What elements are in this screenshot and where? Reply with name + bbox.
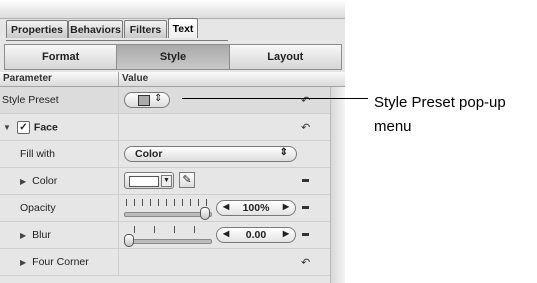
tab-underline xyxy=(6,40,228,41)
chevron-down-icon[interactable]: ▼ xyxy=(161,175,172,187)
column-divider xyxy=(118,195,119,221)
animation-menu-icon[interactable] xyxy=(302,206,309,209)
column-divider xyxy=(118,114,119,140)
blur-slider[interactable] xyxy=(124,226,212,247)
inspector-panel: Properties Behaviors Filters Text Format… xyxy=(0,0,345,283)
fill-with-value: Color xyxy=(135,148,163,160)
tab-text[interactable]: Text xyxy=(168,18,198,38)
increment-arrow-icon[interactable]: ▶ xyxy=(283,229,289,238)
reset-arrow-icon[interactable]: ↶ xyxy=(301,256,310,269)
animation-menu-icon[interactable] xyxy=(302,179,309,182)
blur-label-group: ▶ Blur xyxy=(20,229,51,241)
blur-label: Blur xyxy=(32,229,51,241)
callout-label: Style Preset pop-up menu xyxy=(374,94,506,135)
column-divider xyxy=(118,249,119,275)
disclosure-triangle-icon[interactable]: ▶ xyxy=(20,231,26,240)
slider-ticks xyxy=(126,226,208,234)
color-swatch xyxy=(129,176,159,187)
row-style-preset: Style Preset ⇕ ↶ xyxy=(0,87,330,114)
text-pane-segmented-control: Format Style Layout xyxy=(4,44,342,70)
row-color: ▶ Color ▼ ✎ xyxy=(0,168,330,195)
popup-arrows-icon: ⇕ xyxy=(154,93,163,104)
slider-track xyxy=(124,212,212,217)
segment-layout[interactable]: Layout xyxy=(230,45,341,69)
slider-track xyxy=(124,239,212,244)
row-opacity: Opacity ◀ 100% ▶ xyxy=(0,195,330,222)
four-corner-label: Four Corner xyxy=(32,256,89,268)
reset-arrow-icon[interactable]: ↶ xyxy=(301,94,310,107)
parameter-table-header: Parameter Value xyxy=(0,72,345,87)
opacity-slider[interactable] xyxy=(124,199,212,220)
color-label: Color xyxy=(32,175,58,187)
tab-properties[interactable]: Properties xyxy=(6,20,68,38)
value-column-header: Value xyxy=(122,73,149,84)
row-four-corner: ▶ Four Corner ↶ xyxy=(0,249,330,276)
row-face: ▼ ✓ Face ↶ xyxy=(0,114,330,141)
disclosure-triangle-icon[interactable]: ▶ xyxy=(20,177,26,186)
opacity-value-field[interactable]: ◀ 100% ▶ xyxy=(216,200,296,216)
face-checkbox[interactable]: ✓ xyxy=(16,121,30,134)
tab-behaviors[interactable]: Behaviors xyxy=(68,20,123,38)
fill-with-label: Fill with xyxy=(20,148,56,160)
style-preset-label: Style Preset xyxy=(2,94,59,106)
header-divider xyxy=(118,72,119,86)
tab-filters[interactable]: Filters xyxy=(124,20,167,38)
face-label-group: ▼ ✓ Face xyxy=(3,121,58,134)
increment-arrow-icon[interactable]: ▶ xyxy=(283,202,289,211)
color-label-group: ▶ Color xyxy=(20,175,57,187)
inspector-top-strip xyxy=(0,0,345,18)
column-divider xyxy=(118,222,119,248)
column-divider xyxy=(118,168,119,194)
animation-menu-icon[interactable] xyxy=(302,233,309,236)
segment-format[interactable]: Format xyxy=(5,45,118,69)
segment-style[interactable]: Style xyxy=(117,45,230,69)
slider-ticks xyxy=(126,199,208,207)
column-divider xyxy=(118,87,119,113)
eyedropper-icon[interactable]: ✎ xyxy=(179,172,195,188)
vertical-scrollbar[interactable] xyxy=(330,87,345,283)
fill-with-popup[interactable]: Color ⇕ xyxy=(124,146,297,162)
slider-knob[interactable] xyxy=(124,234,134,247)
reset-arrow-icon[interactable]: ↶ xyxy=(301,121,310,134)
color-well[interactable]: ▼ xyxy=(124,172,174,189)
face-label: Face xyxy=(33,121,58,134)
four-corner-label-group: ▶ Four Corner xyxy=(20,256,89,268)
slider-knob[interactable] xyxy=(200,207,210,220)
blur-value-field[interactable]: ◀ 0.00 ▶ xyxy=(216,227,296,243)
disclosure-triangle-icon[interactable]: ▼ xyxy=(3,123,11,132)
row-blur: ▶ Blur ◀ 0.00 ▶ xyxy=(0,222,330,249)
callout-leader-line xyxy=(182,98,368,99)
preset-icon xyxy=(138,95,150,106)
column-divider xyxy=(118,141,119,167)
row-fill-with: Fill with Color ⇕ xyxy=(0,141,330,168)
parameter-column-header: Parameter xyxy=(3,73,52,84)
opacity-label: Opacity xyxy=(20,202,56,214)
popup-arrows-icon: ⇕ xyxy=(279,147,288,158)
style-preset-popup[interactable]: ⇕ xyxy=(124,92,170,108)
disclosure-triangle-icon[interactable]: ▶ xyxy=(20,258,26,267)
